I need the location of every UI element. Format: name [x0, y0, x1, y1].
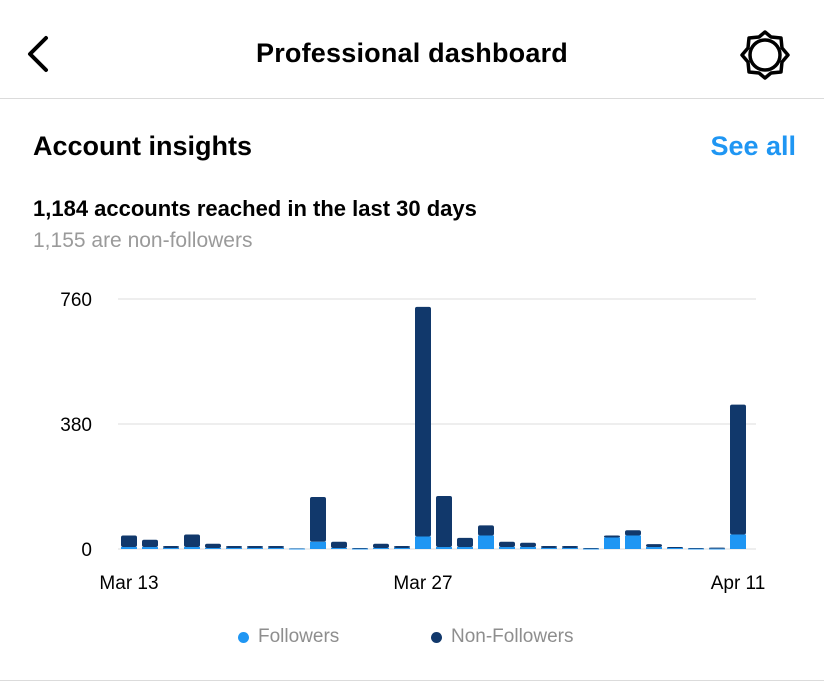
bar-non-followers: [121, 535, 137, 548]
bar-followers: [394, 548, 410, 549]
bar-followers: [478, 535, 494, 549]
legend-label: Followers: [258, 626, 340, 647]
top-bar: Professional dashboard: [0, 0, 824, 99]
x-tick-label: Mar 13: [99, 573, 158, 594]
bar-followers: [163, 548, 179, 549]
y-tick-label: 0: [81, 540, 92, 561]
bar-non-followers: [163, 546, 179, 549]
bar-non-followers: [541, 546, 557, 549]
bar-non-followers: [415, 306, 431, 537]
bar-non-followers: [184, 534, 200, 548]
x-tick-label: Apr 11: [711, 573, 766, 594]
bar-followers: [730, 534, 746, 549]
bar-non-followers: [667, 547, 683, 549]
bar-non-followers: [730, 404, 746, 535]
reach-summary: 1,184 accounts reached in the last 30 da…: [33, 196, 477, 221]
non-followers-summary: 1,155 are non-followers: [33, 229, 253, 252]
bar-non-followers: [268, 546, 284, 549]
bar-followers: [352, 548, 368, 550]
bar-followers: [709, 548, 725, 550]
bar-non-followers: [394, 546, 410, 549]
x-tick-label: Mar 27: [393, 573, 452, 594]
bar-followers: [142, 547, 158, 549]
bar-non-followers: [205, 543, 221, 549]
bar-followers: [121, 547, 137, 549]
bar-followers: [373, 548, 389, 549]
bar-non-followers: [331, 541, 347, 549]
bar-non-followers: [604, 535, 620, 538]
bar-followers: [310, 541, 326, 549]
legend-followers: Followers: [238, 626, 339, 648]
divider: [0, 680, 824, 681]
bar-followers: [583, 548, 599, 550]
bar-followers: [667, 548, 683, 549]
bar-non-followers: [457, 537, 473, 548]
bar-followers: [436, 547, 452, 549]
bar-non-followers: [310, 497, 326, 542]
settings-button[interactable]: [738, 28, 792, 82]
bar-followers: [247, 548, 263, 549]
bar-non-followers: [373, 543, 389, 549]
gear-icon: [740, 30, 790, 80]
bar-non-followers: [646, 544, 662, 548]
bar-non-followers: [247, 546, 263, 549]
bar-followers: [604, 537, 620, 549]
reach-chart: 760 380 0 Mar 13 Mar 27 Apr 11: [60, 290, 766, 594]
bar-followers: [688, 548, 704, 550]
bar-non-followers: [562, 546, 578, 549]
page-title: Professional dashboard: [256, 38, 568, 68]
section-title: Account insights: [33, 131, 253, 161]
bar-non-followers: [226, 546, 242, 549]
bar-non-followers: [709, 547, 725, 549]
bar-followers: [646, 547, 662, 549]
y-tick-label: 760: [60, 290, 92, 311]
bar-followers: [499, 547, 515, 549]
bar-followers: [205, 548, 221, 549]
see-all-link[interactable]: See all: [710, 131, 796, 162]
bar-followers: [415, 536, 431, 549]
bar-followers: [562, 548, 578, 549]
bar-non-followers: [478, 525, 494, 536]
bar-followers: [457, 547, 473, 549]
followers-dot-icon: [238, 631, 249, 643]
bar-non-followers: [142, 539, 158, 548]
non-followers-dot-icon: [431, 631, 442, 643]
bar-followers: [184, 547, 200, 549]
bar-followers: [541, 548, 557, 549]
bar-followers: [331, 548, 347, 549]
y-tick-label: 380: [60, 415, 92, 436]
bar-followers: [625, 535, 641, 549]
bar-followers: [226, 548, 242, 549]
bar-non-followers: [625, 530, 641, 536]
bar-non-followers: [436, 496, 452, 548]
bar-non-followers: [499, 541, 515, 548]
bar-non-followers: [520, 542, 536, 548]
legend-label: Non-Followers: [451, 626, 574, 647]
bar-followers: [520, 547, 536, 549]
legend-non-followers: Non-Followers: [431, 626, 573, 648]
bar-followers: [268, 548, 284, 549]
bar-followers: [289, 548, 305, 550]
